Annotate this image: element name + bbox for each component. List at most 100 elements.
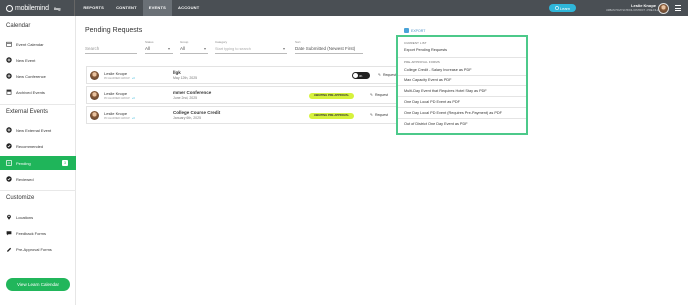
- sidebar-item-label: Feedback Forms: [16, 230, 47, 236]
- plus-circle-icon: [6, 127, 12, 133]
- group-select[interactable]: All: [180, 46, 185, 51]
- user-org: URBAN HIGH SCHOOL DISTRICT • PRE-FILLED …: [606, 9, 668, 12]
- learn-button[interactable]: Learn: [549, 4, 576, 12]
- export-button[interactable]: EXPORT: [404, 28, 425, 33]
- nav-reports[interactable]: REPORTS: [77, 0, 110, 16]
- group-underline: [180, 53, 208, 54]
- status-select[interactable]: All: [145, 46, 150, 51]
- menu-item-form[interactable]: Max Capacity Event as PDF: [404, 78, 451, 82]
- event-date: January 6th, 2025: [173, 116, 202, 120]
- menu-group-pre-approval-forms: PRE-APPROVAL FORMS: [404, 60, 440, 64]
- sidebar-item-label: Event Calendar: [16, 41, 44, 47]
- sidebar-item-new-external-event[interactable]: New External Event: [0, 124, 76, 136]
- learn-icon: [554, 6, 559, 10]
- request-action[interactable]: ✎ Request: [370, 93, 388, 97]
- request-icon: ✎: [378, 73, 381, 77]
- sidebar-item-label: Reviewed: [16, 176, 34, 182]
- search-underline: [85, 53, 137, 54]
- chevron-down-icon: ▾: [168, 46, 171, 51]
- hamburger-menu-icon[interactable]: [675, 5, 681, 11]
- category-input[interactable]: Start typing to search: [215, 47, 251, 51]
- sidebar-item-label: New External Event: [16, 127, 52, 133]
- requester-name: Leslie Knope: [104, 91, 128, 96]
- request-icon: ✎: [370, 93, 373, 97]
- menu-item-form[interactable]: College Credit - Salary Increase as PDF: [404, 68, 472, 72]
- avatar: [90, 111, 99, 120]
- status-label: Status: [145, 40, 154, 44]
- menu-item-export-pending[interactable]: Export Pending Requests: [404, 48, 447, 52]
- requester-name: Leslie Knope: [104, 71, 128, 76]
- request-label: Request: [374, 113, 388, 117]
- menu-item-form[interactable]: One Day Local PD Event (Requires Pre-Pay…: [404, 111, 502, 115]
- sort-label: Sort: [295, 40, 301, 44]
- user-avatar[interactable]: [658, 3, 669, 14]
- nav-events[interactable]: EVENTS: [142, 0, 173, 16]
- search-input[interactable]: Search: [85, 46, 99, 51]
- sidebar-item-feedback-forms[interactable]: Feedback Forms: [0, 227, 76, 239]
- pending-icon: [6, 160, 12, 166]
- toggle-pill[interactable]: 3h: [352, 72, 370, 79]
- nav-account[interactable]: ACCOUNT: [172, 0, 205, 16]
- menu-item-form[interactable]: Multi-Day Event that Requires Hotel Stay…: [404, 89, 487, 93]
- event-name: llgk: [173, 69, 181, 75]
- sidebar: Calendar Event Calendar New Event New Co…: [0, 16, 76, 305]
- reviewed-icon: [6, 176, 12, 182]
- logo-suffix: llog: [54, 5, 61, 11]
- sidebar-item-label: Archived Events: [16, 89, 45, 95]
- sidebar-item-new-conference[interactable]: New Conference: [0, 70, 76, 82]
- sidebar-divider: [0, 190, 76, 191]
- plus-circle-icon: [6, 73, 12, 79]
- sidebar-item-event-calendar[interactable]: Event Calendar: [0, 38, 76, 50]
- nav-content[interactable]: CONTENT: [110, 0, 143, 16]
- request-label: Request: [382, 73, 396, 77]
- sidebar-item-pre-approval-forms[interactable]: Pre-Approval Forms: [0, 243, 76, 255]
- group-label: Group: [180, 40, 189, 44]
- sort-select[interactable]: Date Submitted (Newest First): [295, 46, 355, 51]
- requester-name: Leslie Knope: [104, 111, 128, 116]
- table-row[interactable]: Leslie Knope PD LEARNER GROUP +3 llgk May…: [86, 66, 406, 84]
- menu-divider: [398, 75, 526, 76]
- table-row[interactable]: Leslie Knope PD LEARNER GROUP +3 mmer Con…: [86, 86, 406, 104]
- sidebar-item-label: Recommended: [16, 143, 44, 149]
- sidebar-item-pending[interactable]: Pending 3: [0, 156, 76, 170]
- status-badge: AWAITING PRE-APPROVAL: [309, 93, 354, 99]
- sidebar-item-label: Locations: [16, 214, 34, 220]
- menu-divider: [398, 96, 526, 97]
- sidebar-item-label: Pre-Approval Forms: [16, 246, 52, 252]
- location-pin-icon: [6, 214, 12, 220]
- sidebar-item-locations[interactable]: Locations: [0, 211, 76, 223]
- check-circle-icon: [6, 143, 12, 149]
- avatar: [90, 71, 99, 80]
- sidebar-item-reviewed[interactable]: Reviewed: [0, 173, 76, 185]
- category-label: Category: [215, 40, 228, 44]
- sidebar-item-new-event[interactable]: New Event: [0, 54, 76, 66]
- sidebar-item-label: New Conference: [16, 73, 46, 79]
- sidebar-item-recommended[interactable]: Recommended: [0, 140, 76, 152]
- menu-item-form[interactable]: Out of District One Day Event as PDF: [404, 122, 468, 126]
- table-row[interactable]: Leslie Knope PD LEARNER GROUP +3 College …: [86, 106, 406, 124]
- plus-circle-icon: [6, 57, 12, 63]
- calendar-section-title: Calendar: [6, 23, 31, 29]
- logo-mark-icon: [6, 4, 13, 12]
- sidebar-item-archived-events[interactable]: Archived Events: [0, 86, 76, 98]
- logo-text: mobilemind: [15, 4, 49, 12]
- external-section-title: External Events: [6, 109, 49, 115]
- menu-item-form[interactable]: One Day Local PD Event as PDF: [404, 100, 460, 104]
- nav-divider: [74, 0, 76, 16]
- requester-group: PD LEARNER GROUP +3: [104, 116, 135, 120]
- calendar-icon: [6, 41, 12, 47]
- archive-icon: [6, 89, 12, 95]
- view-learn-calendar-button[interactable]: View Learn Calendar: [6, 278, 70, 291]
- status-underline: [145, 53, 173, 54]
- toggle-label: 3h: [359, 73, 363, 78]
- event-name: College Course Credit: [173, 109, 221, 115]
- user-name: Leslie Knope: [631, 3, 656, 8]
- user-info: Leslie Knope URBAN HIGH SCHOOL DISTRICT …: [606, 3, 668, 12]
- customize-section-title: Customize: [6, 195, 35, 201]
- request-action[interactable]: ✎ Request: [378, 73, 396, 77]
- request-action[interactable]: ✎ Request: [370, 113, 388, 117]
- avatar: [90, 91, 99, 100]
- menu-divider: [398, 57, 526, 58]
- event-date: May 12th, 2025: [173, 76, 198, 80]
- menu-divider: [398, 85, 526, 86]
